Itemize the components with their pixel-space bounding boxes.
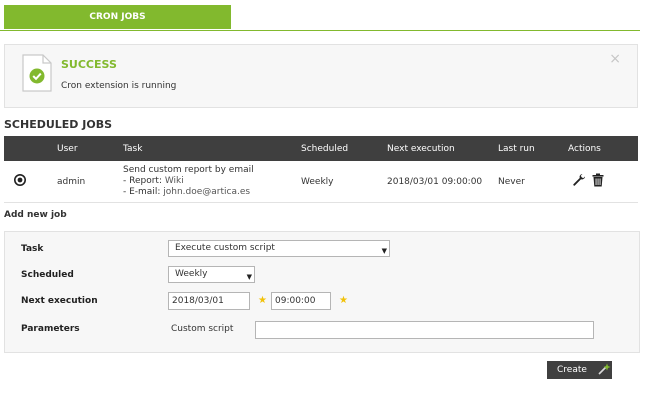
alert-title: SUCCESS <box>61 58 117 71</box>
task-select-value: Execute custom script <box>175 243 275 253</box>
section-title: SCHEDULED JOBS <box>4 118 113 131</box>
column-header-user: User <box>57 136 123 161</box>
chevron-down-icon: ▼ <box>246 273 252 281</box>
wrench-icon[interactable] <box>572 173 586 190</box>
success-document-icon <box>22 54 52 95</box>
alert-message: Cron extension is running <box>61 81 177 91</box>
column-header-actions: Actions <box>568 136 638 161</box>
time-field[interactable]: 09:00:00 <box>271 292 331 310</box>
row-icon-cell <box>4 161 57 203</box>
scheduled-select[interactable]: Weekly ▼ <box>168 266 255 283</box>
job-task-report-value: Wiki <box>164 176 184 186</box>
scheduled-select-value: Weekly <box>175 269 208 279</box>
job-last-run: Never <box>498 161 568 203</box>
date-star-icon: ★ <box>258 295 267 306</box>
create-button[interactable]: Create <box>547 361 612 379</box>
date-field[interactable]: 2018/03/01 <box>168 292 250 310</box>
job-task-report-label: - Report: <box>123 176 162 186</box>
task-label: Task <box>21 244 44 254</box>
job-task-report: - Report: Wiki <box>123 176 301 187</box>
column-header-next-execution: Next execution <box>387 136 498 161</box>
trash-icon[interactable] <box>592 173 604 190</box>
table-header-row: User Task Scheduled Next execution Last … <box>4 136 638 161</box>
job-task-email-value: john.doe@artica.es <box>163 187 251 197</box>
radio-icon <box>14 174 26 189</box>
close-icon[interactable]: × <box>609 51 621 67</box>
actions-group <box>568 173 638 190</box>
job-task-email: - E-mail: john.doe@artica.es <box>123 187 301 198</box>
column-header-scheduled: Scheduled <box>301 136 387 161</box>
tab-cron-jobs[interactable]: CRON JOBS <box>4 5 231 29</box>
column-header-task: Task <box>123 136 301 161</box>
column-header-icon <box>4 136 57 161</box>
chevron-down-icon: ▼ <box>381 247 387 255</box>
create-button-label: Create <box>557 365 587 375</box>
custom-script-label: Custom script <box>171 324 234 334</box>
job-actions <box>568 161 638 203</box>
scheduled-label: Scheduled <box>21 270 74 280</box>
job-task: Send custom report by email - Report: Wi… <box>123 161 301 203</box>
column-header-last-run: Last run <box>498 136 568 161</box>
job-next-execution: 2018/03/01 09:00:00 <box>387 161 498 203</box>
add-job-form: Task Execute custom script ▼ Scheduled W… <box>4 231 640 353</box>
parameters-label: Parameters <box>21 324 80 334</box>
magic-wand-icon <box>597 363 611 378</box>
add-job-title: Add new job <box>4 210 67 220</box>
time-star-icon: ★ <box>339 295 348 306</box>
task-select[interactable]: Execute custom script ▼ <box>168 240 390 257</box>
tab-bar: CRON JOBS <box>0 0 640 31</box>
table-row: admin Send custom report by email - Repo… <box>4 161 638 203</box>
scheduled-jobs-table: User Task Scheduled Next execution Last … <box>4 136 638 203</box>
success-alert: SUCCESS Cron extension is running × <box>4 44 638 108</box>
job-task-title: Send custom report by email <box>123 165 254 175</box>
custom-script-field[interactable] <box>255 321 594 339</box>
next-execution-label: Next execution <box>21 296 98 306</box>
job-scheduled: Weekly <box>301 161 387 203</box>
job-task-email-label: - E-mail: <box>123 187 161 197</box>
job-user: admin <box>57 161 123 203</box>
